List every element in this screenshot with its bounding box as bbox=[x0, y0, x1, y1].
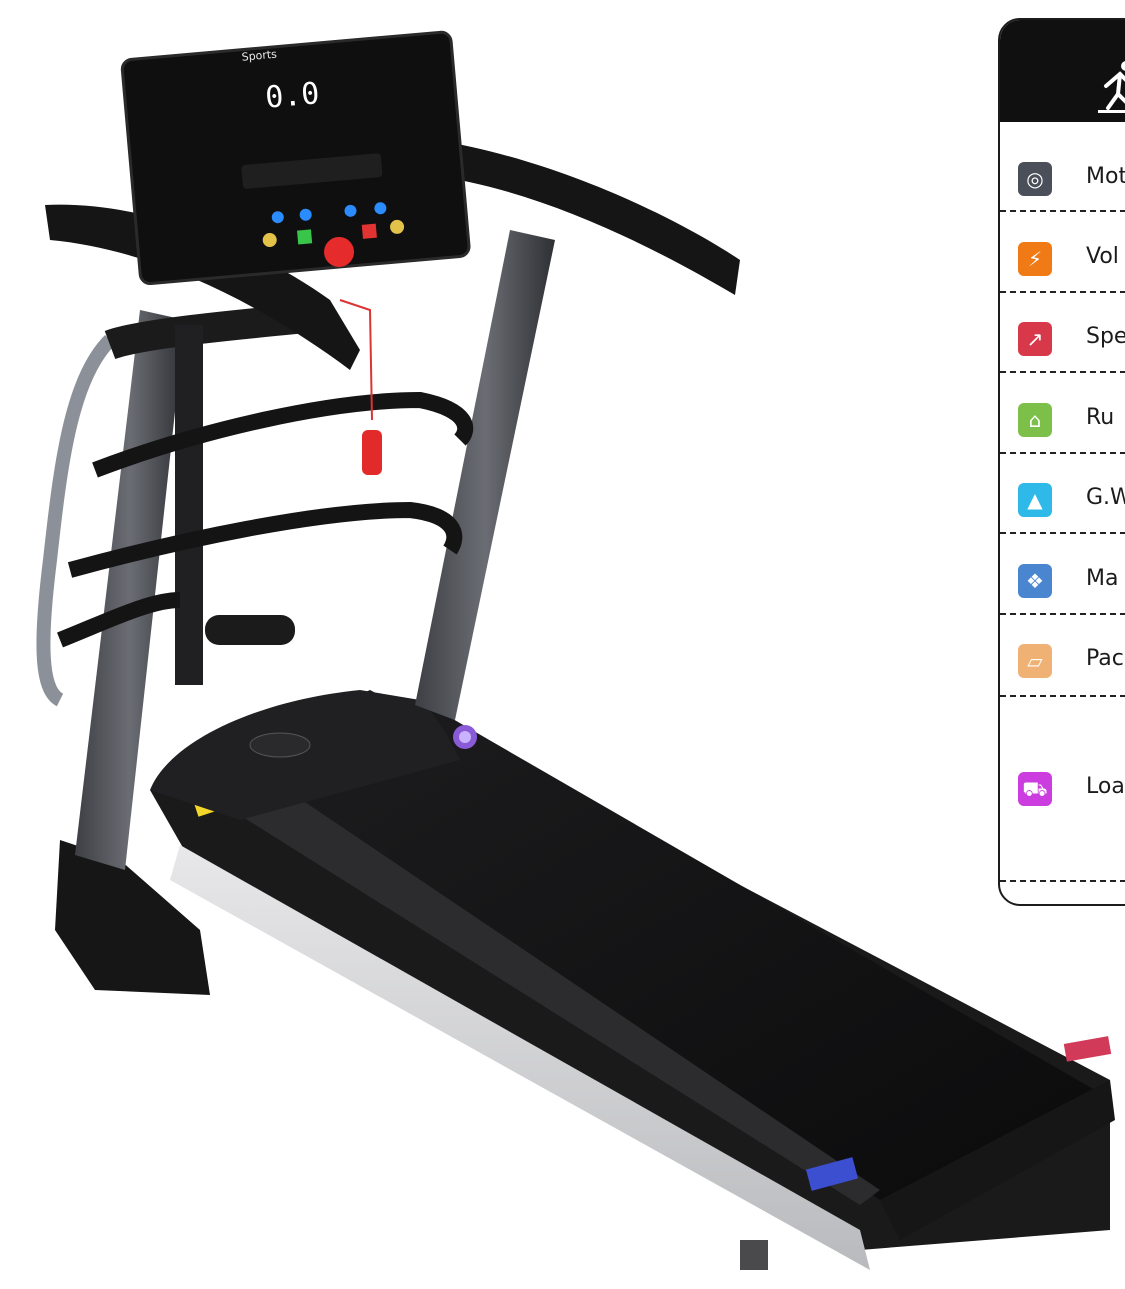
speed-arrow-icon: ↗ bbox=[1018, 322, 1052, 356]
spec-label: Spe bbox=[1086, 324, 1125, 349]
layers-icon: ❖ bbox=[1018, 564, 1052, 598]
spec-card-header bbox=[1000, 20, 1125, 122]
console: Sports 0.0 bbox=[120, 30, 471, 286]
runner-icon bbox=[1098, 61, 1125, 113]
spec-row: ⛟ Loa bbox=[1000, 756, 1125, 836]
row-divider bbox=[1000, 613, 1125, 615]
row-divider bbox=[1000, 291, 1125, 293]
motor-icon: ◎ bbox=[1018, 162, 1052, 196]
delivery-truck-icon: ⛟ bbox=[1018, 772, 1052, 806]
package-icon: ▱ bbox=[1018, 644, 1052, 678]
row-divider bbox=[1000, 452, 1125, 454]
row-divider bbox=[1000, 880, 1125, 882]
weight-icon: ▲ bbox=[1018, 483, 1052, 517]
spec-label: Ma bbox=[1086, 566, 1119, 591]
spec-row: ◎ Mot bbox=[1000, 146, 1125, 226]
spec-label: Vol bbox=[1086, 244, 1119, 269]
treadmill-illustration: Sports 0.0 bbox=[36, 30, 1115, 1270]
row-divider bbox=[1000, 532, 1125, 534]
right-upright bbox=[415, 230, 555, 720]
spec-label: Pac bbox=[1086, 646, 1124, 671]
sit-up-accessory bbox=[36, 300, 333, 707]
spec-row: ⌂ Ru bbox=[1000, 387, 1125, 467]
speed-readout: 0.0 bbox=[264, 76, 321, 116]
spec-row: ❖ Ma bbox=[1000, 548, 1125, 628]
spec-row: ⚡ Vol bbox=[1000, 226, 1125, 306]
running-area-icon: ⌂ bbox=[1018, 403, 1052, 437]
spec-row: ↗ Spe bbox=[1000, 306, 1125, 386]
voltage-bolt-icon: ⚡ bbox=[1018, 242, 1052, 276]
row-divider bbox=[1000, 695, 1125, 697]
spec-label: Loa bbox=[1086, 774, 1125, 799]
spec-label: G.W bbox=[1086, 485, 1125, 510]
spec-card: ◎ Mot ⚡ Vol ↗ Spe ⌂ Ru ▲ G.W ❖ Ma ▱ Pac ⛟ Loa bbox=[998, 18, 1125, 906]
row-divider bbox=[1000, 210, 1125, 212]
spec-label: Mot bbox=[1086, 164, 1125, 189]
row-divider bbox=[1000, 371, 1125, 373]
spec-row: ▲ G.W bbox=[1000, 467, 1125, 547]
spec-label: Ru bbox=[1086, 405, 1115, 430]
